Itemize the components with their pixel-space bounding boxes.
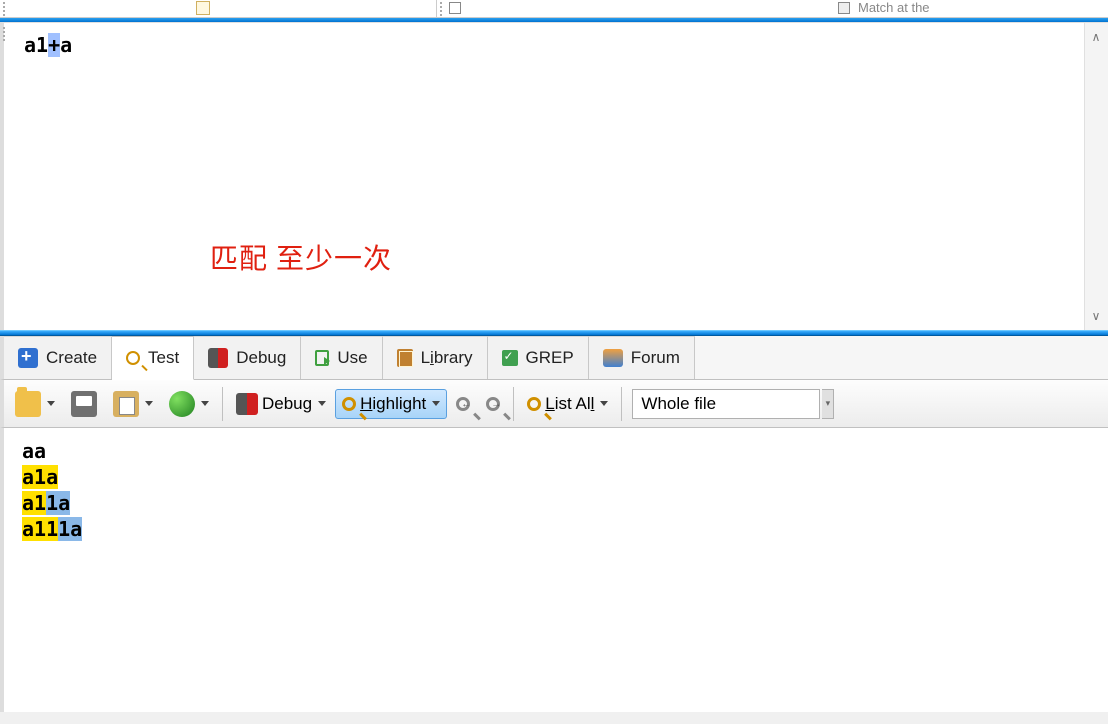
search-icon: [126, 351, 140, 365]
paste-icon: [113, 391, 139, 417]
separator: [513, 387, 514, 421]
folder-icon: [15, 391, 41, 417]
snippet-icon[interactable]: [196, 1, 210, 15]
tab-label: Debug: [236, 348, 286, 368]
chevron-down-icon: [47, 401, 55, 406]
test-line: aa: [22, 438, 1090, 464]
checkbox-option-1[interactable]: [449, 2, 461, 14]
zoom-next-icon: [486, 397, 500, 411]
globe-icon: [169, 391, 195, 417]
match-highlight: a11: [22, 517, 58, 541]
top-options-bar: Match at the: [0, 0, 1108, 18]
forum-icon: [603, 349, 623, 367]
zoom-prev-icon: [456, 397, 470, 411]
list-all-button[interactable]: List All: [520, 389, 615, 419]
separator: [436, 0, 437, 18]
tab-library[interactable]: Library: [383, 336, 488, 379]
separator: [621, 387, 622, 421]
tab-label: Forum: [631, 348, 680, 368]
regex-editor-pane[interactable]: a1+a 匹配 至少一次 ∧ ∨: [0, 22, 1108, 330]
grep-icon: [502, 350, 518, 366]
test-line: a1a: [22, 464, 1090, 490]
button-label: Highlight: [360, 394, 426, 414]
tab-label: Use: [337, 348, 367, 368]
debug-icon: [208, 348, 228, 368]
scroll-up-icon[interactable]: ∧: [1088, 29, 1104, 45]
web-button[interactable]: [162, 386, 216, 422]
regex-text-part: a1: [24, 33, 48, 57]
tab-use[interactable]: Use: [301, 336, 382, 379]
tab-debug[interactable]: Debug: [194, 336, 301, 379]
annotation-text: 匹配 至少一次: [210, 237, 392, 277]
save-button[interactable]: [64, 386, 104, 422]
regex-text-part: a: [60, 33, 72, 57]
test-line: a111a: [22, 516, 1090, 542]
tab-grep[interactable]: GREP: [488, 336, 589, 379]
tab-test[interactable]: Test: [112, 336, 194, 380]
tab-label: Library: [421, 348, 473, 368]
grip-icon: [3, 2, 6, 16]
match-highlight: 1a: [46, 491, 70, 515]
separator: [222, 387, 223, 421]
use-icon: [315, 350, 329, 366]
scroll-down-icon[interactable]: ∨: [1088, 308, 1104, 324]
chevron-down-icon: [145, 401, 153, 406]
tab-forum[interactable]: Forum: [589, 336, 695, 379]
paste-button[interactable]: [106, 386, 160, 422]
test-text-pane[interactable]: aaa1aa11aa111a: [0, 428, 1108, 712]
debug-button[interactable]: Debug: [229, 388, 333, 420]
match-highlight: a1a: [22, 465, 58, 489]
debug-icon: [236, 393, 258, 415]
tab-create[interactable]: Create: [4, 336, 112, 379]
test-toolbar: Debug Highlight List All Whole file ▾: [0, 380, 1108, 428]
plain-text: aa: [22, 439, 46, 463]
regex-cursor-selection: +: [48, 33, 60, 57]
scrollbar-vertical[interactable]: ∧ ∨: [1084, 23, 1108, 330]
button-label: List All: [545, 394, 594, 414]
open-button[interactable]: [8, 386, 62, 422]
grip-icon: [3, 27, 6, 41]
chevron-down-icon: [318, 401, 326, 406]
find-prev-button[interactable]: [449, 392, 477, 416]
match-highlight: 1a: [58, 517, 82, 541]
tab-label: GREP: [526, 348, 574, 368]
tab-label: Create: [46, 348, 97, 368]
chevron-down-icon: [201, 401, 209, 406]
tab-bar: Create Test Debug Use Library GREP Forum: [0, 336, 1108, 380]
grip-icon: [440, 2, 443, 16]
find-next-button[interactable]: [479, 392, 507, 416]
chevron-down-icon: [432, 401, 440, 406]
match-highlight: a1: [22, 491, 46, 515]
search-icon: [527, 397, 541, 411]
highlight-button[interactable]: Highlight: [335, 389, 447, 419]
scope-combo[interactable]: Whole file: [632, 389, 820, 419]
create-icon: [18, 348, 38, 368]
button-label: Debug: [262, 394, 312, 414]
combo-handle[interactable]: ▾: [822, 389, 834, 419]
test-line: a11a: [22, 490, 1090, 516]
search-icon: [342, 397, 356, 411]
regex-input-text[interactable]: a1+a: [24, 33, 72, 57]
save-icon: [71, 391, 97, 417]
checkbox-option-2[interactable]: [838, 2, 850, 14]
chevron-down-icon: [600, 401, 608, 406]
option-label-2: Match at the: [858, 0, 930, 15]
library-icon: [397, 349, 413, 367]
combo-value: Whole file: [641, 394, 716, 414]
updown-icon: ▾: [826, 398, 831, 409]
tab-label: Test: [148, 348, 179, 368]
